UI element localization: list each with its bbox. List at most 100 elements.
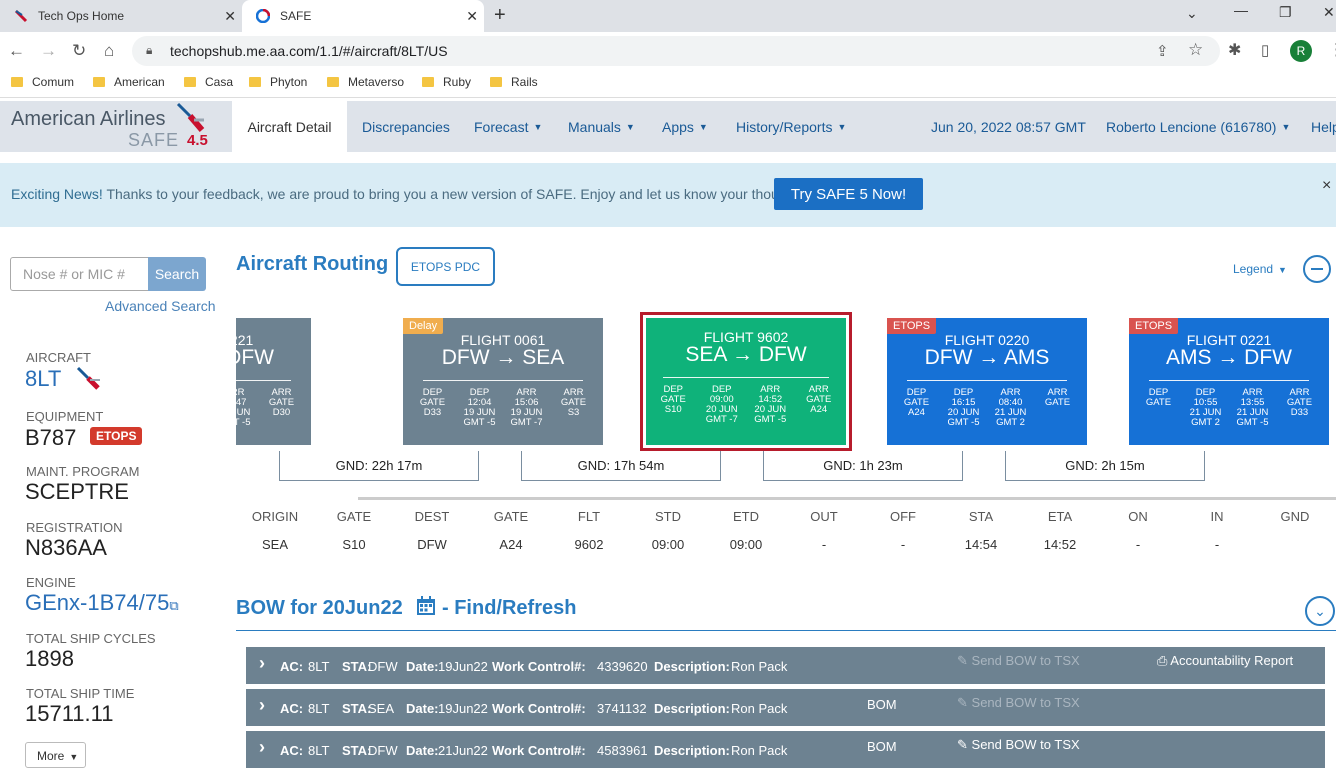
chevron-right-icon: › (259, 737, 265, 757)
logo-subtext: SAFE (128, 130, 180, 150)
tab-search-icon[interactable]: ⌄ (1186, 5, 1198, 22)
lock-icon[interactable]: 🔒︎ (146, 43, 152, 58)
search-button[interactable]: Search (148, 257, 206, 291)
window-close-icon[interactable]: ✕ (1323, 4, 1335, 21)
bow-row[interactable]: › AC: 8LT STA: DFW Date: 21Jun22 Work Control#:… (246, 731, 1325, 768)
new-tab-icon[interactable]: + (494, 4, 506, 27)
reload-icon[interactable]: ↻ (72, 41, 86, 61)
bookmark-folder[interactable]: Phyton (249, 75, 307, 89)
nav-apps[interactable]: Apps ▼ (662, 101, 708, 152)
bookmark-folder[interactable]: Rails (490, 75, 538, 89)
side-panel-icon[interactable]: ▯ (1261, 41, 1269, 59)
flight-time-column: DEP GATE (1145, 387, 1172, 408)
close-tab-icon[interactable]: ✕ (224, 8, 236, 25)
engine-link[interactable]: GEnx-1B74/75⧉ (25, 590, 179, 616)
minimize-icon[interactable]: — (1234, 2, 1248, 18)
url-text[interactable]: techopshub.me.aa.com/1.1/#/aircraft/8LT/… (170, 43, 448, 59)
bookmark-folder[interactable]: Comum (11, 75, 74, 89)
value: 4339620 (597, 659, 648, 674)
nav-discrepancies[interactable]: Discrepancies (362, 101, 450, 152)
flight-time-column: DEP 10:55 21 JUN GMT 2 (1189, 387, 1222, 428)
tab-title: SAFE (280, 9, 312, 23)
flight-time-column: ARR GATE S3 (560, 387, 587, 418)
value: DFW (368, 743, 398, 758)
bookmark-folder[interactable]: American (93, 75, 165, 89)
table-cell: A24 (499, 537, 523, 552)
bom-link[interactable]: BOM (867, 697, 897, 712)
edit-icon: ✎ (957, 695, 968, 710)
profile-avatar[interactable]: R (1290, 40, 1312, 62)
browser-tab-safe[interactable]: SAFE ✕ (242, 0, 484, 32)
extensions-icon[interactable]: ✱ (1228, 40, 1241, 60)
send-bow-button[interactable]: ✎ Send BOW to TSX (957, 695, 1080, 711)
table-header: GATE (336, 509, 372, 524)
bom-link[interactable]: BOM (867, 739, 897, 754)
bow-row[interactable]: › AC: 8LT STA: SEA Date: 19Jun22 Work Control#:… (246, 689, 1325, 726)
folder-icon (249, 77, 261, 87)
flight-card[interactable]: FLIGHT 9602 SEA → DFW DEP GATE S10 DEP 09:00 20… (640, 312, 852, 451)
close-tab-icon[interactable]: ✕ (466, 8, 478, 25)
close-icon[interactable]: × (1322, 177, 1331, 195)
aa-logo-icon (176, 102, 205, 132)
try-safe5-button[interactable]: Try SAFE 5 Now! (774, 178, 923, 210)
flight-card[interactable]: ETOPS FLIGHT 0220 DFW → AMS DEP GATE A24 DEP 16… (887, 318, 1087, 445)
nav-manuals[interactable]: Manuals ▼ (568, 101, 635, 152)
table-header: STD (655, 509, 681, 524)
restore-icon[interactable]: ❐ (1279, 4, 1292, 21)
send-bow-button[interactable]: ✎ Send BOW to TSX (957, 653, 1080, 669)
flight-time-column: ARR 14:52 20 JUN GMT -5 (754, 384, 787, 425)
browser-tab-tech-ops[interactable]: Tech Ops Home ✕ (0, 0, 242, 32)
etops-pdc-button[interactable]: ETOPS PDC (396, 247, 495, 286)
more-button[interactable]: More ▼ (25, 742, 86, 768)
forward-icon[interactable]: → (40, 41, 57, 61)
bookmark-folder[interactable]: Casa (184, 75, 233, 89)
advanced-search-link[interactable]: Advanced Search (105, 298, 216, 314)
share-icon[interactable]: ⇪ (1156, 42, 1169, 60)
table-cell: 09:00 (651, 537, 685, 552)
nav-forecast[interactable]: Forecast ▼ (474, 101, 542, 152)
nav-help[interactable]: Help (1311, 101, 1336, 152)
flight-card[interactable]: Delay FLIGHT 0061 DFW → SEA DEP GATE D33 DEP 12… (403, 318, 603, 445)
accountability-report-button[interactable]: ⎙ Accountability Report (1157, 653, 1293, 669)
flight-time-column: DEP 09:00 20 JUN GMT -7 (705, 384, 738, 425)
bookmark-folder[interactable]: Metaverso (327, 75, 404, 89)
send-bow-button[interactable]: ✎ Send BOW to TSX (957, 737, 1080, 753)
collapse-routing-icon[interactable] (1303, 255, 1331, 283)
nav-history-reports[interactable]: History/Reports ▼ (736, 101, 846, 152)
label: STA: (342, 743, 372, 758)
table-header: IN (1210, 509, 1224, 524)
value: 21Jun22 (438, 743, 488, 758)
label: Description: (654, 659, 730, 674)
table-cell: S10 (342, 537, 366, 552)
flight-card[interactable]: ETOPS FLIGHT 0221 AMS → DFW DEP GATE DEP 10:55… (1129, 318, 1329, 445)
nav-aircraft-detail[interactable]: Aircraft Detail (232, 101, 347, 152)
back-icon[interactable]: ← (8, 41, 25, 61)
caret-down-icon: ▼ (698, 121, 708, 132)
carousel-scrollbar[interactable] (358, 497, 1336, 500)
bookmark-star-icon[interactable]: ☆ (1188, 40, 1203, 60)
menu-icon[interactable]: ⋮ (1328, 40, 1336, 60)
label: Description: (654, 701, 730, 716)
table-header: ETA (1047, 509, 1073, 524)
divider (1149, 380, 1309, 381)
aa-tail-icon (76, 366, 100, 390)
flight-card[interactable]: ETOPSFLIGHT 0221AMS → DFWDEPGATEDEP0818 … (236, 318, 311, 445)
find-refresh-link[interactable]: - Find/Refresh (442, 597, 576, 620)
total-cycles-value: 1898 (25, 646, 74, 671)
legend-dropdown[interactable]: Legend ▼ (1233, 262, 1287, 276)
folder-icon (490, 77, 502, 87)
calendar-icon[interactable] (416, 596, 436, 616)
flight-times: DEP GATE S10 DEP 09:00 20 JUN GMT -7 ARR 14:52 20… (649, 385, 843, 425)
search-input[interactable]: Nose # or MIC # (10, 257, 149, 291)
value: 4583961 (597, 743, 648, 758)
flight-route: SEA → DFW (685, 343, 807, 366)
aircraft-value[interactable]: 8LT (25, 366, 61, 392)
flight-time-column: ARR 08:40 21 JUN GMT 2 (994, 387, 1027, 428)
bookmark-folder[interactable]: Ruby (422, 75, 471, 89)
bow-row[interactable]: › AC: 8LT STA: DFW Date: 19Jun22 Work Control#:… (246, 647, 1325, 684)
expand-bow-icon[interactable]: ⌄ (1305, 596, 1335, 626)
ground-time: GND: 2h 15m (1005, 451, 1205, 481)
value: 19Jun22 (438, 659, 488, 674)
user-menu[interactable]: Roberto Lencione (616780) ▼ (1106, 101, 1290, 152)
home-icon[interactable]: ⌂ (104, 41, 114, 61)
